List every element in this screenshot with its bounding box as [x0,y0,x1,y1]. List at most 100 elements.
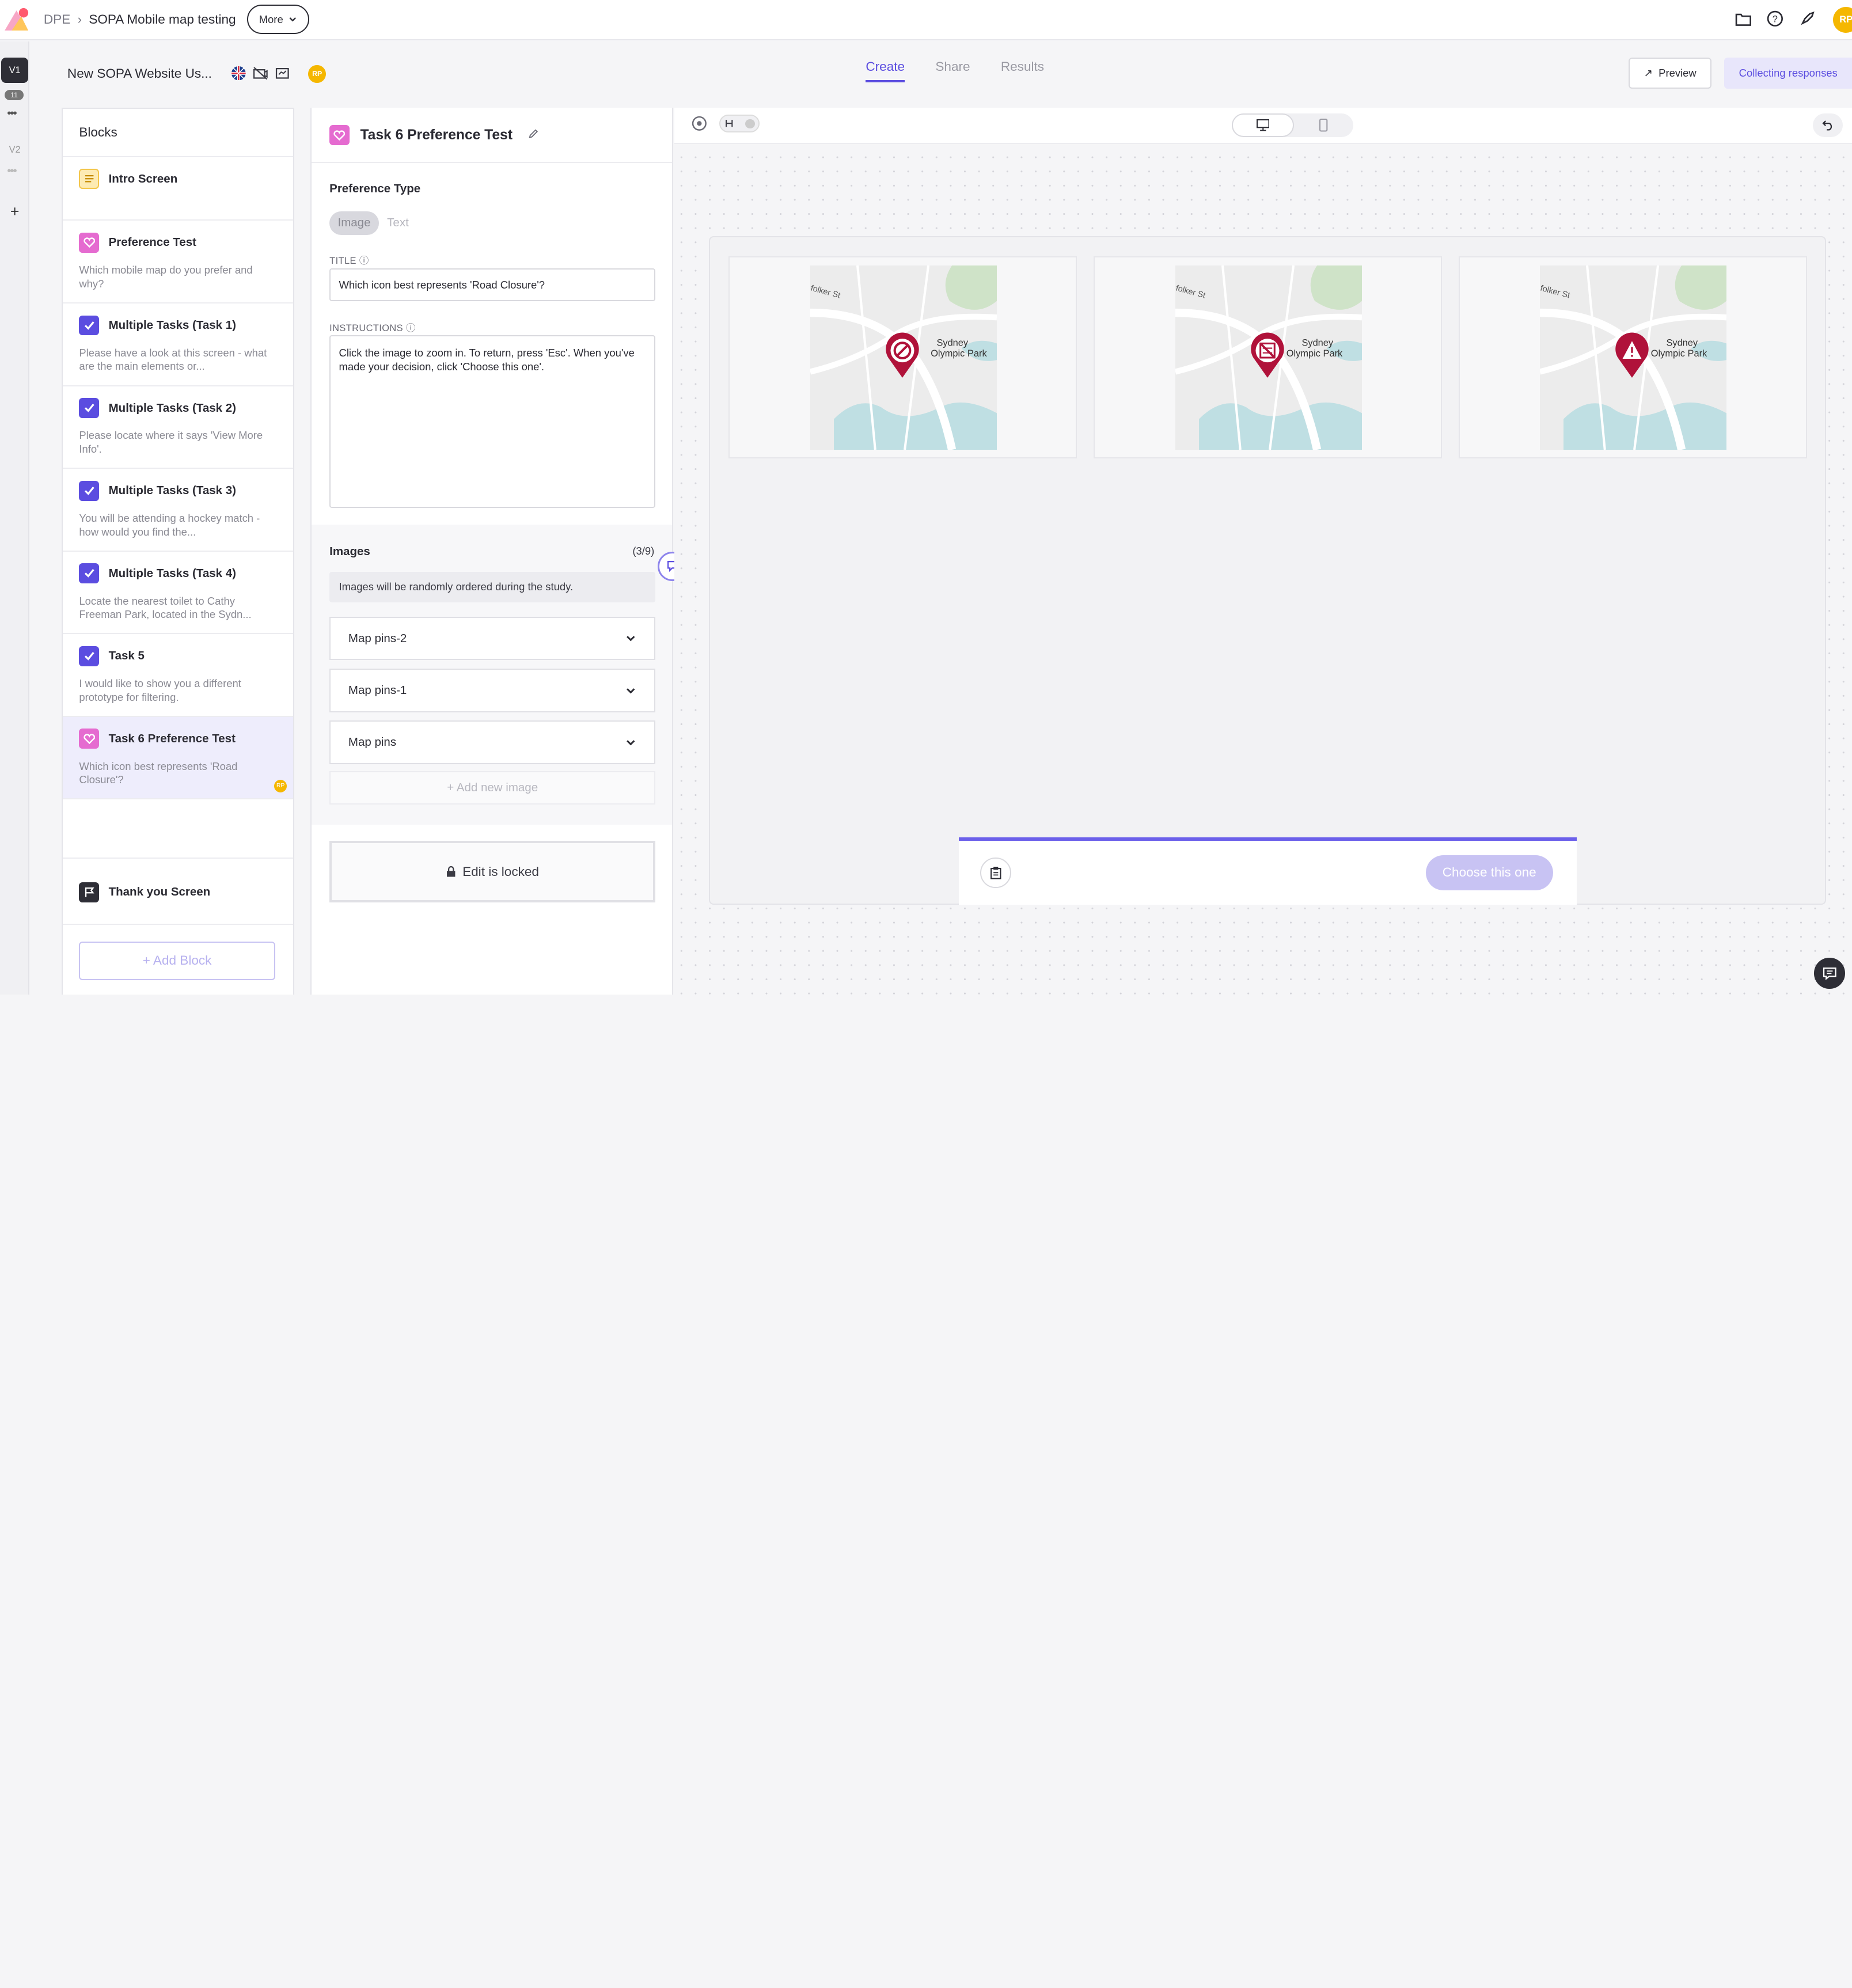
desktop-icon [1256,119,1270,131]
image-option-card[interactable]: folker St Sydney Olympic Park [1094,256,1443,458]
rocket-icon[interactable] [1798,9,1817,28]
block-item[interactable]: Thank you Screen [62,859,293,925]
block-description: Please have a look at this screen - what… [79,346,267,373]
map-place-label: Olympic Park [1651,348,1707,359]
chat-button[interactable] [1814,958,1845,989]
arrow-up-right-icon: ↗ [1644,67,1653,79]
main-tabs: Create Share Results [866,59,1044,82]
map-place-label: Sydney [1667,338,1698,348]
add-version-button[interactable]: + [2,200,27,223]
study-avatar: RP [308,65,327,83]
avatar: RP [274,779,287,793]
app-root: DPE › SOPA Mobile map testing More ? RP … [0,0,1852,995]
type-option-text[interactable]: Text [379,211,417,234]
image-item[interactable]: Map pins [329,720,656,764]
settings-icon[interactable] [691,115,708,132]
folder-icon[interactable] [1734,9,1753,28]
app-logo[interactable] [2,7,31,33]
add-image-button[interactable]: + Add new image [329,771,656,805]
title-label-text: TITLE [329,255,356,266]
branch-icon [726,120,733,127]
block-title: Intro Screen [108,172,178,185]
block-item[interactable]: Multiple Tasks (Task 1) Please have a lo… [62,303,293,386]
image-option-card[interactable]: folker St Sydney Olympic Park [728,256,1077,458]
version-rail: V1 11 ••• V2 ••• + [0,41,30,995]
block-title: Multiple Tasks (Task 1) [108,318,236,332]
uk-flag-icon[interactable] [231,66,246,81]
ellipsis-icon[interactable]: ••• [7,164,17,178]
study-icons [231,66,290,81]
choose-this-one-button[interactable]: Choose this one [1425,855,1553,891]
images-info: Images will be randomly ordered during t… [329,571,656,602]
lock-icon [447,866,456,877]
block-item-active[interactable]: Task 6 Preference Test Which icon best r… [62,716,293,800]
top-bar: DPE › SOPA Mobile map testing More ? RP [0,0,1852,40]
title-field-label: TITLE ⓘ [329,253,369,267]
block-title: Multiple Tasks (Task 2) [108,401,236,415]
chevron-down-icon [289,17,296,22]
block-spacer [62,799,293,859]
block-item[interactable]: Multiple Tasks (Task 4) Locate the neare… [62,552,293,635]
preview-button[interactable]: ↗ Preview [1629,58,1711,89]
help-icon[interactable]: ? [1766,9,1785,28]
images-label: Images [329,544,370,558]
block-description: I would like to show you a different pro… [79,677,241,703]
pencil-icon[interactable] [528,127,538,143]
desktop-view-button[interactable] [1232,113,1294,137]
image-option-card[interactable]: folker St Sydney Olympic Park [1458,256,1807,458]
map-image[interactable]: folker St Sydney Olympic Park [1540,265,1727,450]
device-toggle [1232,113,1354,137]
block-item[interactable]: Intro Screen [62,157,293,221]
block-title: Preference Test [108,236,196,249]
block-item[interactable]: Multiple Tasks (Task 3) You will be atte… [62,469,293,552]
preview-bottom-bar: Choose this one [959,837,1577,905]
more-button[interactable]: More [246,5,310,35]
block-item[interactable]: Preference Test Which mobile map do you … [62,221,293,304]
breadcrumb-project[interactable]: SOPA Mobile map testing [89,12,236,27]
collecting-responses-button[interactable]: Collecting responses [1724,58,1852,89]
toggle-knob [745,119,755,129]
editor-title: Task 6 Preference Test [360,127,513,143]
flag-icon [79,882,100,902]
instructions-field-label: INSTRUCTIONS ⓘ [329,320,416,334]
chevron-down-icon[interactable] [625,632,637,644]
type-option-image[interactable]: Image [329,211,379,235]
chevron-down-icon[interactable] [625,737,637,749]
preference-type-toggle: Image Text [329,211,417,235]
instructions-textarea[interactable]: Click the image to zoom in. To return, p… [329,335,656,508]
study-title[interactable]: New SOPA Website Us... [67,66,212,81]
user-avatar[interactable]: RP [1833,7,1852,33]
block-title: Multiple Tasks (Task 3) [108,484,236,498]
preview-button-label: Preview [1659,67,1697,79]
block-title: Task 6 Preference Test [108,731,236,745]
chevron-down-icon[interactable] [625,685,637,697]
block-item[interactable]: Task 5 I would like to show you a differ… [62,634,293,717]
block-item[interactable]: Multiple Tasks (Task 2) Please locate wh… [62,386,293,469]
mobile-view-button[interactable] [1294,113,1354,137]
block-description: You will be attending a hockey match - h… [79,511,260,538]
mobile-icon [1319,119,1328,132]
logic-toggle[interactable] [719,114,760,132]
top-icons: ? [1734,9,1817,28]
instructions-button[interactable] [980,857,1011,889]
map-image[interactable]: folker St Sydney Olympic Park [1175,265,1362,450]
breadcrumb-root[interactable]: DPE [44,12,70,27]
logic-jumps-locked: Edit is locked [329,841,656,902]
image-item[interactable]: Map pins-1 [329,668,656,712]
intro-icon [79,169,100,189]
tab-results[interactable]: Results [1001,59,1044,82]
tab-share[interactable]: Share [935,59,970,82]
ellipsis-icon[interactable]: ••• [7,107,17,120]
map-place-label: Olympic Park [1286,348,1342,359]
add-block-button[interactable]: + Add Block [79,941,275,981]
screen-record-icon[interactable] [275,66,290,81]
image-item[interactable]: Map pins-2 [329,616,656,661]
tab-create[interactable]: Create [866,59,905,82]
image-item-label: Map pins [348,735,397,749]
camera-off-icon[interactable] [253,66,268,81]
version-v2[interactable]: V2 [2,141,27,160]
title-input[interactable]: Which icon best represents 'Road Closure… [329,268,656,301]
version-v1[interactable]: V1 [1,58,29,83]
undo-button[interactable] [1813,113,1843,137]
map-image[interactable]: folker St Sydney Olympic Park [810,265,997,450]
